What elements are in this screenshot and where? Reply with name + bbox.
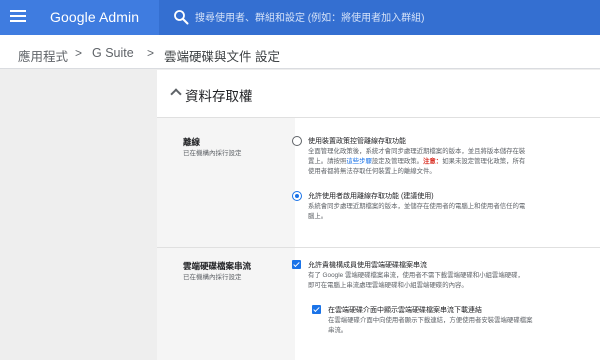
allow-file-stream-label: 允許貴機構成員使用雲端硬碟檔案串流 [308,262,427,269]
offline-allow-users-radio[interactable] [292,191,302,201]
breadcrumb-apps[interactable]: 應用程式 [18,46,68,65]
breadcrumb-gsuite[interactable]: G Suite [92,46,134,60]
breadcrumb-drive-docs-settings: 雲端硬碟與文件 設定 [164,50,280,64]
offline-setting-subtitle: 已在機構內採行設定 [183,150,242,157]
offline-allow-users-desc-1: 系統會同步處理近期檔案的版本，並儲存在使用者的電腦上和使用者信任的電 [308,203,526,210]
section-divider [157,247,600,248]
show-download-link-desc-1: 在雲端硬碟介面中向使用者顯示下載連結，方便使用者安裝雲端硬碟檔案 [328,317,533,324]
breadcrumb-chevron-icon: > [147,46,155,60]
data-access-section-header[interactable]: 資料存取權 [157,70,600,118]
steps-link[interactable]: 這些步驟 [346,158,372,165]
data-access-card: 資料存取權 離線 已在機構內採行設定 使用裝置政策控管離線存取功能 全面管理化政… [157,70,600,360]
allow-file-stream-checkbox[interactable] [292,260,301,269]
hamburger-menu-icon[interactable] [10,10,26,25]
show-download-link-label: 在雲端硬碟介面中顯示雲端硬碟檔案串流下載連結 [328,307,482,314]
drive-file-stream-setting-subtitle: 已在機構內採行設定 [183,274,242,281]
top-app-bar: Google Admin [0,0,600,35]
show-download-link-checkbox[interactable] [312,305,321,314]
breadcrumb-chevron-icon: > [75,46,83,60]
note-label: 注意： [423,158,443,165]
offline-device-policy-desc-2: 置上。請按照這些步驟設定及管理政策。注意：如果未設定管理化政策，所有 [308,158,526,165]
section-title: 資料存取權 [185,89,253,104]
offline-allow-users-desc-2: 腦上。 [308,213,328,220]
offline-device-policy-desc-1: 全面管理化政策後，系統才會同步處理近期檔案的版本，並且將版本儲存在裝 [308,148,526,155]
google-admin-logo[interactable]: Google Admin [50,9,139,25]
search-input[interactable] [195,9,595,27]
breadcrumb: 應用程式 > G Suite > 雲端硬碟與文件 設定 [0,35,600,69]
show-download-link-desc-2: 串流。 [328,327,348,334]
offline-device-policy-label: 使用裝置政策控管離線存取功能 [308,138,406,145]
allow-file-stream-desc-2: 即可在電腦上串流處理雲端硬碟和小組雲端硬碟的內容。 [308,282,468,289]
search-icon[interactable] [173,9,189,25]
search-bar[interactable] [159,0,600,35]
allow-file-stream-desc-1: 有了 Google 雲端硬碟檔案串流，使用者不需下載雲端硬碟和小組雲端硬碟， [308,272,524,279]
offline-allow-users-label: 允許使用者啟用離線存取功能 (建議使用) [308,193,434,200]
chevron-up-icon[interactable] [170,88,182,100]
offline-device-policy-radio[interactable] [292,136,302,146]
offline-device-policy-desc-3: 使用者都將無法存取任何裝置上的離線文件。 [308,168,436,175]
